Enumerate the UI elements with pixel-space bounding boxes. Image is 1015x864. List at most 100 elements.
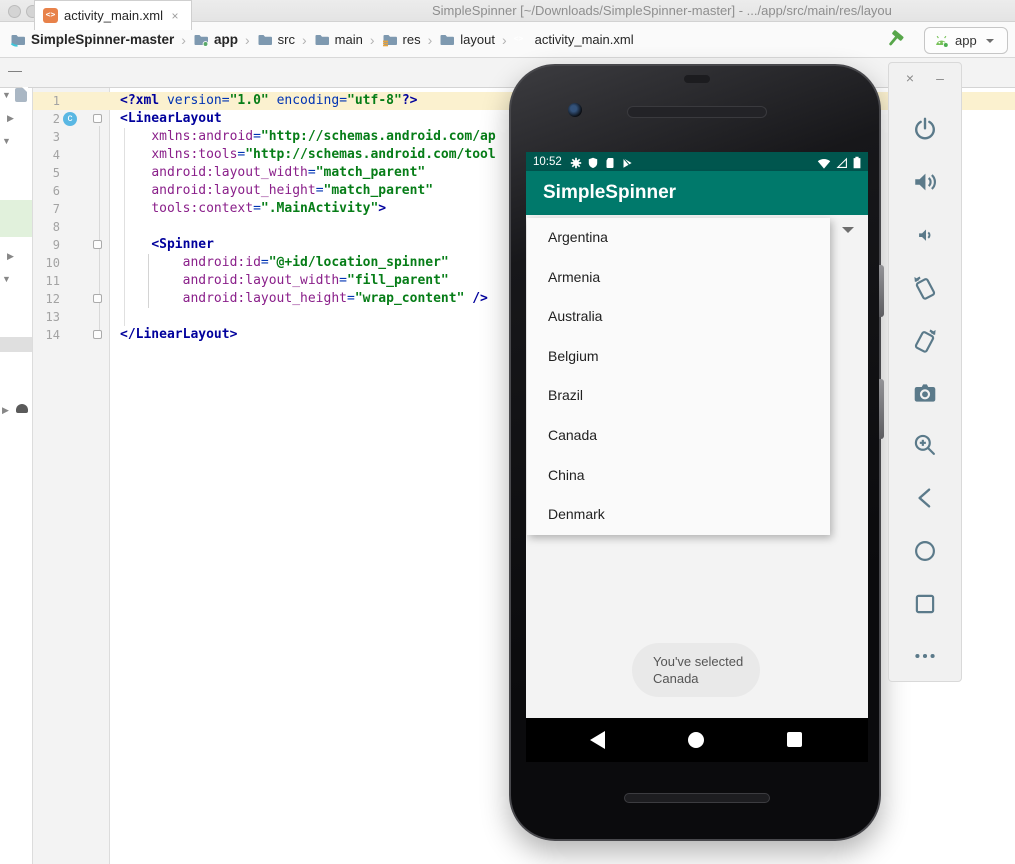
android-item-icon bbox=[16, 404, 28, 413]
fold-marker-icon[interactable] bbox=[93, 114, 102, 123]
power-button[interactable] bbox=[889, 103, 961, 156]
status-time: 10:52 bbox=[533, 156, 562, 168]
tree-expand-icon[interactable] bbox=[2, 274, 11, 284]
spinner-item-belgium[interactable]: Belgium bbox=[527, 337, 830, 377]
shield-icon bbox=[587, 156, 599, 168]
line-number: 9 bbox=[33, 236, 60, 254]
back-button[interactable] bbox=[889, 472, 961, 525]
rotate-left-icon bbox=[912, 274, 938, 300]
emulator-close-icon[interactable]: × bbox=[901, 69, 919, 87]
spinner-item-argentina[interactable]: Argentina bbox=[527, 218, 830, 258]
toast: You've selected Canada bbox=[632, 643, 760, 697]
close-tab-icon[interactable] bbox=[169, 9, 181, 23]
home-button[interactable] bbox=[889, 525, 961, 578]
code-text: android:layout_width="match_parent" bbox=[120, 164, 425, 182]
breadcrumb-item-simplespinner-master[interactable]: SimpleSpinner-master bbox=[10, 32, 174, 48]
tree-expand-icon[interactable] bbox=[2, 136, 11, 146]
line-number: 7 bbox=[33, 200, 60, 218]
rotate-right-button[interactable] bbox=[889, 314, 961, 367]
code-text: xmlns:tools="http://schemas.android.com/… bbox=[120, 146, 496, 164]
home-icon[interactable] bbox=[688, 732, 704, 748]
take-screenshot-button[interactable] bbox=[889, 366, 961, 419]
rotate-left-button[interactable] bbox=[889, 261, 961, 314]
battery-icon bbox=[853, 156, 861, 168]
line-number: 1 bbox=[33, 92, 60, 110]
run-configuration-select[interactable]: app bbox=[924, 27, 1008, 54]
breadcrumb-item-activity-main-xml[interactable]: activity_main.xml bbox=[514, 32, 634, 48]
home-icon bbox=[912, 538, 938, 564]
window-title: SimpleSpinner [~/Downloads/SimpleSpinner… bbox=[432, 3, 892, 18]
chevron-down-icon bbox=[986, 39, 994, 43]
volume-down-button[interactable] bbox=[889, 208, 961, 261]
line-number: 13 bbox=[33, 308, 60, 326]
overview-icon[interactable] bbox=[787, 732, 802, 747]
xml-file-icon bbox=[43, 8, 58, 23]
tab-label: activity_main.xml bbox=[64, 8, 163, 23]
tab-activity-main-xml[interactable]: activity_main.xml bbox=[34, 0, 192, 30]
more-button[interactable] bbox=[889, 630, 961, 683]
spinner-item-china[interactable]: China bbox=[527, 456, 830, 496]
spinner-item-denmark[interactable]: Denmark bbox=[527, 495, 830, 535]
fold-marker-icon[interactable] bbox=[93, 240, 102, 249]
rotate-right-icon bbox=[912, 327, 938, 353]
take-screenshot-icon bbox=[912, 380, 938, 406]
code-text: android:id="@+id/location_spinner" bbox=[120, 254, 449, 272]
code-text: </LinearLayout> bbox=[120, 326, 237, 344]
breadcrumb-item-layout[interactable]: layout bbox=[439, 32, 495, 48]
phone-mic-notch bbox=[684, 75, 710, 83]
power-icon bbox=[912, 116, 938, 142]
volume-up-button[interactable] bbox=[889, 156, 961, 209]
line-number: 3 bbox=[33, 128, 60, 146]
overview-icon bbox=[912, 591, 938, 617]
fold-marker-icon[interactable] bbox=[93, 294, 102, 303]
file-icon bbox=[15, 88, 27, 102]
phone-power-button bbox=[879, 265, 884, 317]
line-number: 14 bbox=[33, 326, 60, 344]
fold-marker-icon[interactable] bbox=[93, 330, 102, 339]
line-number: 8 bbox=[33, 218, 60, 236]
breadcrumb-separator: › bbox=[502, 32, 507, 48]
tree-expand-icon[interactable] bbox=[2, 90, 11, 100]
line-number: 11 bbox=[33, 272, 60, 290]
breadcrumb-separator: › bbox=[302, 32, 307, 48]
phone-volume-button bbox=[879, 379, 884, 439]
breadcrumb-separator: › bbox=[181, 32, 186, 48]
folder-icon bbox=[257, 32, 273, 48]
spinner-item-australia[interactable]: Australia bbox=[527, 297, 830, 337]
tree-collapse-icon[interactable] bbox=[7, 113, 14, 124]
breadcrumb-item-main[interactable]: main bbox=[314, 32, 363, 48]
tree-collapse-icon[interactable] bbox=[2, 405, 9, 416]
phone-screen: 10:52 bbox=[526, 152, 868, 762]
breadcrumb-label: main bbox=[335, 32, 363, 47]
spinner-item-brazil[interactable]: Brazil bbox=[527, 376, 830, 416]
emulator-minimize-icon[interactable]: – bbox=[931, 69, 949, 87]
breadcrumb-label: app bbox=[214, 32, 238, 47]
breadcrumb-item-src[interactable]: src bbox=[257, 32, 295, 48]
line-number: 6 bbox=[33, 182, 60, 200]
breadcrumb-label: res bbox=[403, 32, 421, 47]
tree-collapse-icon[interactable] bbox=[7, 251, 14, 262]
breadcrumb-item-app[interactable]: app bbox=[193, 32, 238, 48]
breadcrumb-item-res[interactable]: res bbox=[382, 32, 421, 48]
code-text: android:layout_height="match_parent" bbox=[120, 182, 433, 200]
breadcrumb-label: layout bbox=[460, 32, 495, 47]
code-text: tools:context=".MainActivity"> bbox=[120, 200, 386, 218]
front-camera bbox=[568, 103, 582, 117]
breadcrumb-label: src bbox=[278, 32, 295, 47]
spinner-dropdown-icon[interactable] bbox=[842, 227, 854, 233]
build-hammer-icon[interactable] bbox=[886, 29, 908, 51]
android-robot-icon bbox=[933, 34, 950, 47]
code-text: <Spinner bbox=[120, 236, 214, 254]
gutter-component-icon[interactable]: c bbox=[63, 112, 77, 126]
close-window-icon[interactable] bbox=[8, 5, 21, 18]
line-number: 12 bbox=[33, 290, 60, 308]
zoom-button[interactable] bbox=[889, 419, 961, 472]
hide-panel-icon[interactable] bbox=[8, 63, 24, 79]
back-icon[interactable] bbox=[590, 731, 605, 749]
back-icon bbox=[912, 485, 938, 511]
overview-button[interactable] bbox=[889, 577, 961, 630]
status-bar: 10:52 bbox=[526, 152, 868, 171]
spinner-item-canada[interactable]: Canada bbox=[527, 416, 830, 456]
toast-text: You've selected Canada bbox=[653, 653, 745, 687]
spinner-item-armenia[interactable]: Armenia bbox=[527, 258, 830, 298]
